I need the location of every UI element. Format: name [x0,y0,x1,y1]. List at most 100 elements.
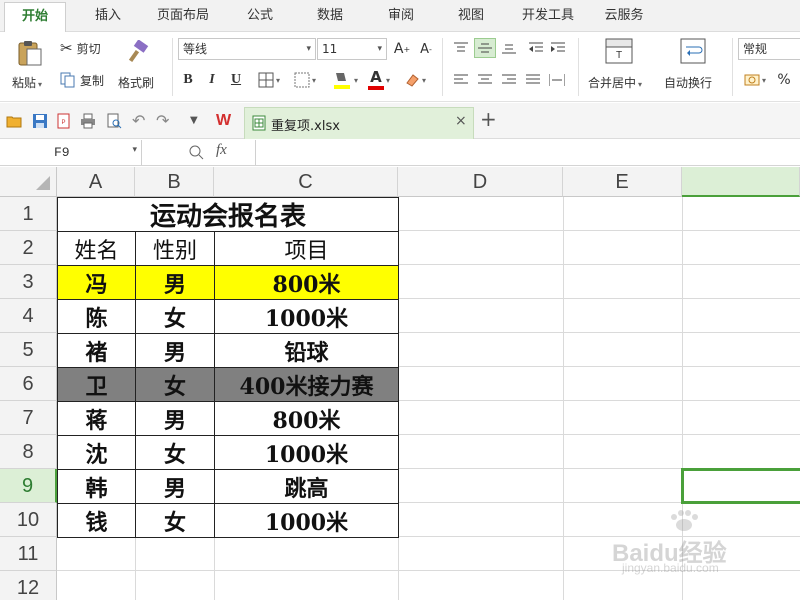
paste-label[interactable]: 粘贴 ▾ [12,74,42,91]
cell-name[interactable]: 卫 [57,367,136,402]
zoom-formula-icon[interactable] [188,144,204,160]
font-color-button[interactable]: A ▾ [364,68,394,92]
align-left-button[interactable] [450,70,472,90]
tab-review[interactable]: 审阅 [376,0,426,32]
cell-style-button[interactable]: ▾ [290,70,320,90]
row-header-12[interactable]: 12 [0,571,57,600]
close-icon[interactable]: × [455,113,467,129]
cell-name[interactable]: 钱 [57,503,136,538]
underline-button[interactable]: U [228,70,244,90]
currency-button[interactable]: ▾ [740,70,770,90]
tab-formulas[interactable]: 公式 [236,0,284,32]
cell-event[interactable]: 1000米 [214,435,399,470]
bold-button[interactable]: B [180,70,196,90]
paste-button[interactable] [12,38,46,68]
sheet-title-cell[interactable]: 运动会报名表 [57,197,399,232]
cell-event[interactable]: 跳高 [214,469,399,504]
insert-function-button[interactable]: fx [216,142,227,159]
chevron-down-icon[interactable]: ▾ [132,145,137,155]
formula-input[interactable] [255,140,800,165]
header-cell-event[interactable]: 项目 [214,231,399,266]
number-format-dropdown[interactable]: 常规 [738,38,800,60]
select-all-corner[interactable] [0,167,57,197]
tab-developer[interactable]: 开发工具 [512,0,584,32]
cell-name[interactable]: 韩 [57,469,136,504]
redo-icon[interactable]: ↷ [156,113,172,129]
row-header-2[interactable]: 2 [0,231,57,265]
cell-gender[interactable]: 男 [135,401,215,436]
wrap-text-label[interactable]: 自动换行 [664,74,712,91]
undo-icon[interactable]: ↶ [132,113,148,129]
cell-event[interactable]: 铅球 [214,333,399,368]
align-top-button[interactable] [450,38,472,58]
justify-button[interactable] [522,70,544,90]
cell-gender[interactable]: 女 [135,503,215,538]
row-header-7[interactable]: 7 [0,401,57,435]
tab-data[interactable]: 数据 [306,0,354,32]
column-header-d[interactable]: D [398,167,563,197]
cell-gender[interactable]: 女 [135,299,215,334]
cell-event[interactable]: 800米 [214,265,399,300]
format-painter-button[interactable] [124,38,154,68]
tab-view[interactable]: 视图 [446,0,496,32]
row-header-3[interactable]: 3 [0,265,57,299]
align-right-button[interactable] [498,70,520,90]
row-header-9[interactable]: 9 [0,469,57,503]
cell-gender[interactable]: 女 [135,435,215,470]
italic-button[interactable]: I [204,70,220,90]
tab-page-layout[interactable]: 页面布局 [146,0,220,32]
border-button[interactable]: ▾ [254,70,284,90]
merge-center-button[interactable]: T [604,36,634,66]
column-header-b[interactable]: B [135,167,214,197]
fill-color-button[interactable]: ▾ [330,68,360,92]
row-header-11[interactable]: 11 [0,537,57,571]
print-icon[interactable] [80,113,96,129]
open-folder-icon[interactable] [6,113,22,129]
merge-center-label[interactable]: 合并居中 ▾ [588,74,642,91]
increase-font-button[interactable]: A + [392,40,412,58]
format-painter-label[interactable]: 格式刷 [118,74,154,91]
align-center-button[interactable] [474,70,496,90]
clear-format-button[interactable]: ▾ [400,70,430,90]
font-size-dropdown[interactable]: 11 ▾ [317,38,387,60]
wrap-text-button[interactable] [678,36,708,66]
cell-gender[interactable]: 男 [135,469,215,504]
distributed-button[interactable] [546,70,568,90]
tab-home[interactable]: 开始 [4,2,66,33]
column-header-f[interactable] [682,167,800,197]
cell-name[interactable]: 陈 [57,299,136,334]
copy-button[interactable]: 复制 [60,70,104,90]
cell-gender[interactable]: 男 [135,265,215,300]
cell-gender[interactable]: 女 [135,367,215,402]
selected-cell-f9[interactable] [681,468,800,504]
wps-logo-icon[interactable]: W [216,113,232,129]
row-header-4[interactable]: 4 [0,299,57,333]
font-name-dropdown[interactable]: 等线 ▾ [178,38,316,60]
cell-event[interactable]: 1000米 [214,503,399,538]
column-header-a[interactable]: A [57,167,135,197]
name-box[interactable]: F9 ▾ [0,140,142,165]
column-header-e[interactable]: E [563,167,682,197]
cell-name[interactable]: 蒋 [57,401,136,436]
tab-insert[interactable]: 插入 [80,0,136,32]
cell-name[interactable]: 沈 [57,435,136,470]
header-cell-name[interactable]: 姓名 [57,231,136,266]
document-tab[interactable]: 重复项.xlsx × [244,107,474,139]
row-header-8[interactable]: 8 [0,435,57,469]
customize-dropdown-icon[interactable]: ▼ [190,113,206,129]
row-header-1[interactable]: 1 [0,197,57,231]
export-pdf-icon[interactable]: P [56,113,72,129]
tab-cloud[interactable]: 云服务 [596,0,652,32]
header-cell-gender[interactable]: 性别 [135,231,215,266]
row-header-6[interactable]: 6 [0,367,57,401]
cell-event[interactable]: 400米接力赛 [214,367,399,402]
decrease-font-button[interactable]: A- [416,40,436,58]
cell-event[interactable]: 800米 [214,401,399,436]
cell-name[interactable]: 冯 [57,265,136,300]
cell-name[interactable]: 褚 [57,333,136,368]
align-bottom-button[interactable] [498,38,520,58]
cut-button[interactable]: ✂ 剪切 [60,38,101,58]
cell-event[interactable]: 1000米 [214,299,399,334]
row-header-10[interactable]: 10 [0,503,57,537]
save-icon[interactable] [32,113,48,129]
